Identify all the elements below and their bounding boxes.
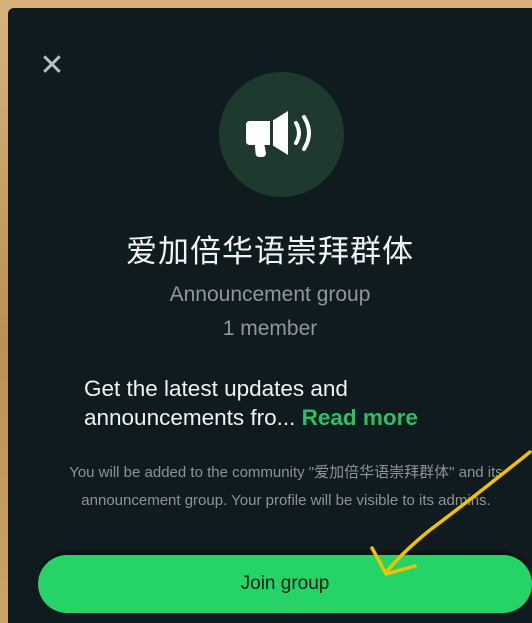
group-description: Get the latest updates and announcements…: [84, 374, 504, 432]
close-icon: ✕: [39, 48, 65, 83]
close-button[interactable]: ✕: [34, 48, 70, 84]
join-group-dialog: ✕ 爱加倍华语崇拜群体 Announcement group 1 member …: [8, 8, 532, 623]
join-group-button[interactable]: Join group: [38, 555, 532, 613]
member-count: 1 member: [222, 317, 318, 340]
privacy-notice: You will be added to the community "爱加倍华…: [69, 464, 503, 509]
megaphone-icon: [245, 110, 311, 157]
group-title: 爱加倍华语崇拜群体: [126, 234, 414, 270]
group-type-label: Announcement group: [169, 283, 371, 306]
read-more-link[interactable]: Read more: [302, 405, 418, 430]
group-avatar: [219, 72, 344, 197]
